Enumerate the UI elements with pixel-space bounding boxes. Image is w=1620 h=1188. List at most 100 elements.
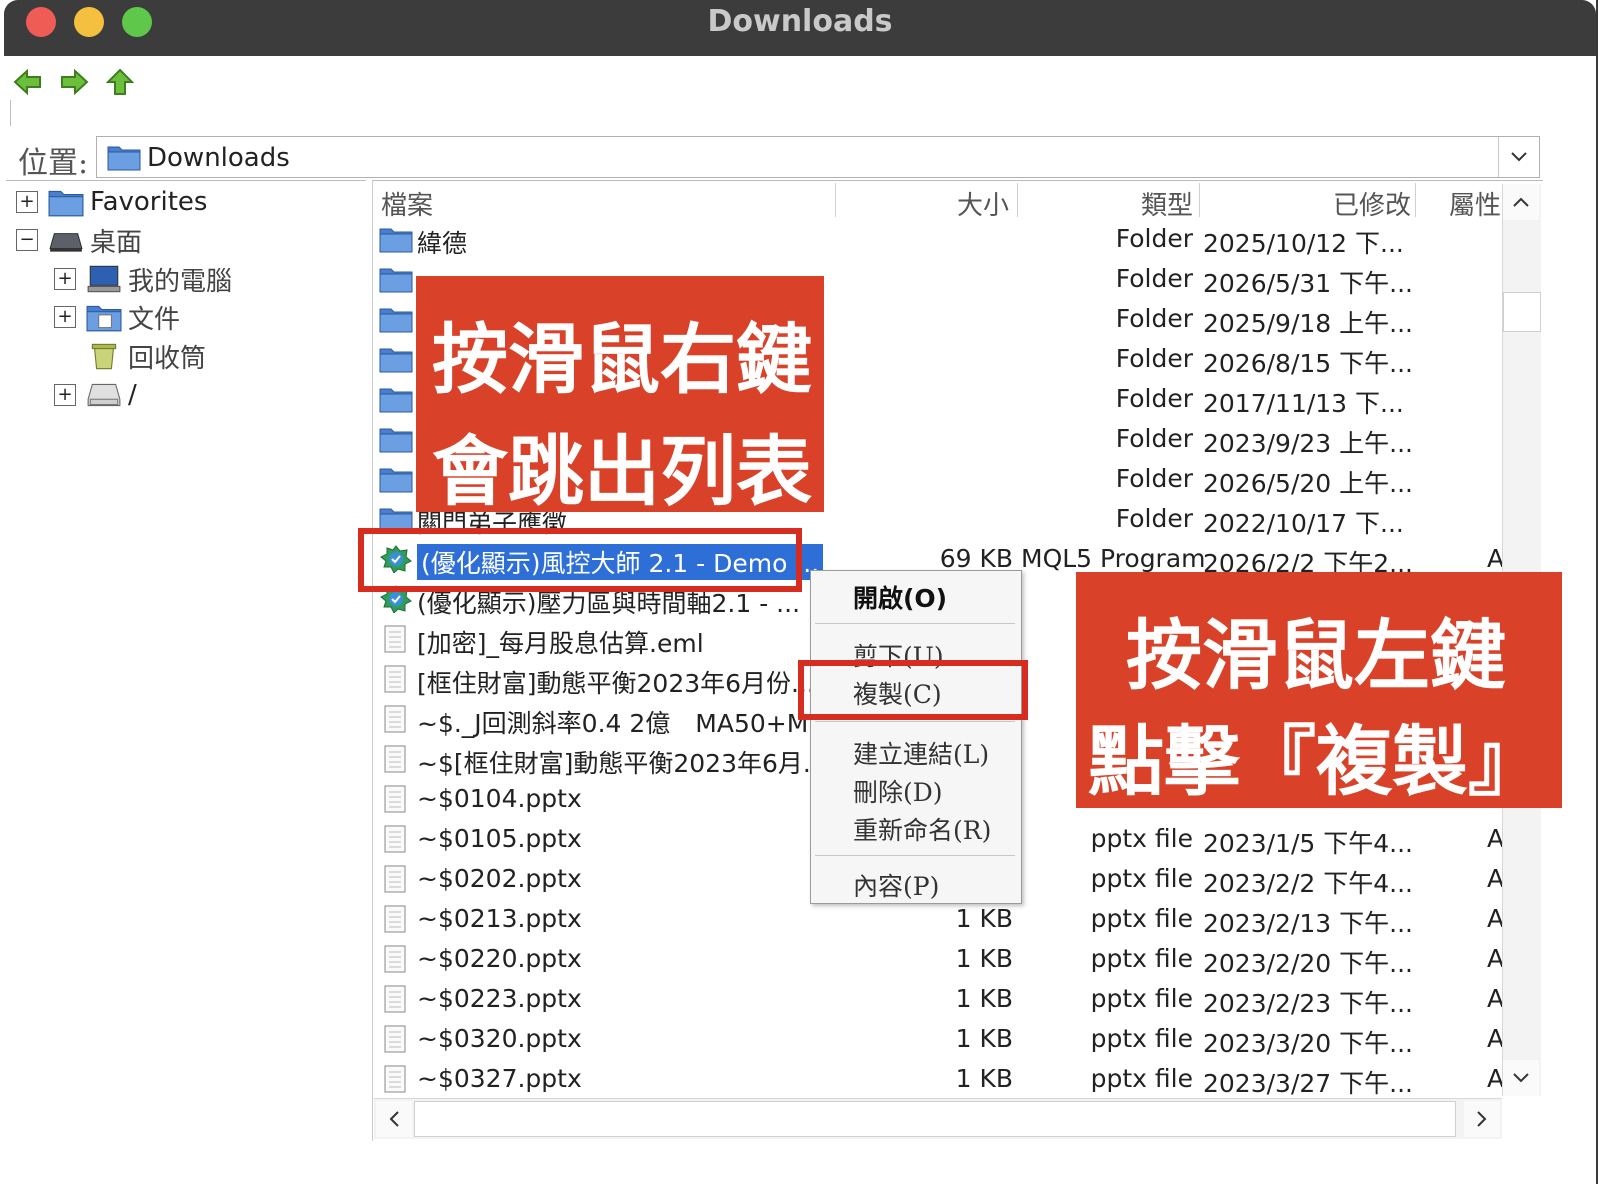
scroll-up-button[interactable] [1503, 184, 1539, 220]
menu-separator [815, 623, 1015, 624]
file-name: ~$0105.pptx [417, 824, 582, 853]
tree-item-documents[interactable]: + 文件 [54, 298, 180, 336]
window-title: Downloads [707, 4, 893, 39]
column-header-size[interactable]: 大小 [957, 185, 1009, 222]
tree-item-favorites[interactable]: + Favorites [16, 183, 207, 221]
file-name: ~$0202.pptx [417, 864, 582, 893]
file-icon [384, 1065, 406, 1093]
title-bar: Downloads [4, 0, 1596, 56]
tree-item-my-computer[interactable]: + 我的電腦 [54, 260, 232, 298]
desktop-icon [49, 233, 83, 252]
column-header-name[interactable]: 檔案 [381, 185, 433, 222]
file-icon [384, 985, 406, 1013]
folder-icon [48, 190, 84, 217]
arrow-right-icon [61, 69, 89, 95]
file-modified: 2023/9/23 上午... [1203, 429, 1413, 458]
expand-toggle[interactable]: + [16, 191, 38, 213]
file-row[interactable]: ~$0220.pptx 1 KB pptx file 2023/2/20 下午... A [373, 939, 1504, 979]
file-icon [384, 865, 406, 893]
file-modified: 2023/2/2 下午4... [1203, 869, 1413, 898]
documents-folder-icon [86, 305, 122, 332]
file-row[interactable]: ~$0327.pptx 1 KB pptx file 2023/3/27 下午... A [373, 1059, 1504, 1099]
file-type: Folder [1115, 384, 1193, 413]
menu-item-properties[interactable]: 內容(P) [853, 867, 939, 903]
file-type: Folder [1115, 344, 1193, 373]
chevron-down-icon [1511, 152, 1527, 162]
chevron-right-icon [1477, 1111, 1487, 1127]
file-icon [384, 1025, 406, 1053]
file-icon [384, 745, 406, 773]
tree-item-label: / [128, 380, 137, 410]
tree-item-desktop[interactable]: − 桌面 [16, 221, 142, 259]
scroll-track[interactable] [414, 1101, 1456, 1137]
file-name: ~$._J回測斜率0.4 2億 MA50+M... [417, 709, 833, 738]
file-modified: 2023/3/20 下午... [1203, 1029, 1413, 1058]
recycle-bin-icon [91, 343, 117, 370]
folder-tree: + Favorites − 桌面 + 我的電腦 + 文件 回收筒 + / [6, 180, 366, 1141]
column-header-attributes[interactable]: 屬性 [1449, 185, 1501, 222]
location-value: Downloads [147, 143, 290, 173]
scroll-thumb[interactable] [1503, 292, 1541, 332]
column-header-modified[interactable]: 已修改 [1333, 185, 1411, 222]
file-row[interactable]: ~$0320.pptx 1 KB pptx file 2023/3/20 下午... A [373, 1019, 1504, 1059]
copy-item-highlight [798, 660, 1028, 720]
folder-icon [379, 468, 413, 493]
chevron-left-icon [389, 1111, 399, 1127]
horizontal-scrollbar[interactable] [374, 1098, 1502, 1139]
expand-toggle[interactable]: + [54, 306, 76, 328]
column-header-type[interactable]: 類型 [1141, 185, 1193, 222]
toolbar-divider [10, 100, 11, 126]
file-icon [384, 825, 406, 853]
tree-item-label: 文件 [128, 304, 181, 335]
menu-item-create-link[interactable]: 建立連結(L) [853, 735, 989, 771]
file-name: ~$[框住財富]動態平衡2023年6月... [417, 749, 827, 778]
chevron-up-icon [1513, 197, 1529, 207]
file-size: 1 KB [955, 904, 1013, 933]
arrow-up-icon [106, 68, 134, 95]
file-modified: 2023/3/27 下午... [1203, 1069, 1413, 1098]
expand-toggle[interactable]: + [54, 384, 76, 406]
menu-item-open[interactable]: 開啟(O) [853, 579, 947, 615]
collapse-toggle[interactable]: − [16, 229, 38, 251]
file-name: ~$0220.pptx [417, 944, 582, 973]
left-click-callout: 按滑鼠左鍵 點擊『複製』 [1076, 572, 1562, 808]
file-type: pptx file [1090, 944, 1193, 973]
back-button[interactable] [10, 64, 46, 100]
file-icon [384, 785, 406, 813]
file-modified: 2026/5/20 上午... [1203, 469, 1413, 498]
scroll-left-button[interactable] [376, 1101, 412, 1137]
file-modified: 2023/2/23 下午... [1203, 989, 1413, 1018]
location-dropdown-button[interactable] [1498, 137, 1539, 177]
drive-icon [87, 383, 121, 407]
menu-item-rename[interactable]: 重新命名(R) [853, 811, 991, 847]
expand-toggle [54, 345, 76, 367]
file-modified: 2023/2/20 下午... [1203, 949, 1413, 978]
file-row[interactable]: ~$0223.pptx 1 KB pptx file 2023/2/23 下午... A [373, 979, 1504, 1019]
tree-item-recycle-bin[interactable]: 回收筒 [54, 337, 206, 375]
callout-line: 會跳出列表 [432, 427, 812, 516]
file-icon [384, 625, 406, 653]
folder-icon [379, 268, 413, 293]
tree-item-root-drive[interactable]: + / [54, 376, 137, 414]
folder-icon [379, 348, 413, 373]
folder-icon [379, 388, 413, 413]
selected-file-highlight [358, 528, 802, 592]
up-button[interactable] [102, 64, 138, 100]
scroll-right-button[interactable] [1464, 1101, 1500, 1137]
file-name: ~$0223.pptx [417, 984, 582, 1013]
file-row[interactable]: 緯德 Folder 2025/10/12 下... [373, 219, 1503, 259]
file-modified: 2017/11/13 下... [1203, 389, 1404, 418]
file-type: Folder [1115, 504, 1193, 533]
file-modified: 2025/10/12 下... [1203, 229, 1404, 258]
file-type: Folder [1115, 264, 1193, 293]
menu-item-delete[interactable]: 刪除(D) [853, 773, 943, 809]
location-combo[interactable]: Downloads [96, 136, 1540, 178]
forward-button[interactable] [56, 64, 92, 100]
file-name: [框住財富]動態平衡2023年6月份... [417, 669, 815, 698]
callout-line: 點擊『複製』 [1088, 717, 1544, 806]
chevron-down-icon [1513, 1073, 1529, 1083]
file-row[interactable]: ~$0213.pptx 1 KB pptx file 2023/2/13 下午... A [373, 899, 1504, 939]
folder-icon [379, 428, 413, 453]
scroll-down-button[interactable] [1503, 1060, 1539, 1096]
expand-toggle[interactable]: + [54, 268, 76, 290]
